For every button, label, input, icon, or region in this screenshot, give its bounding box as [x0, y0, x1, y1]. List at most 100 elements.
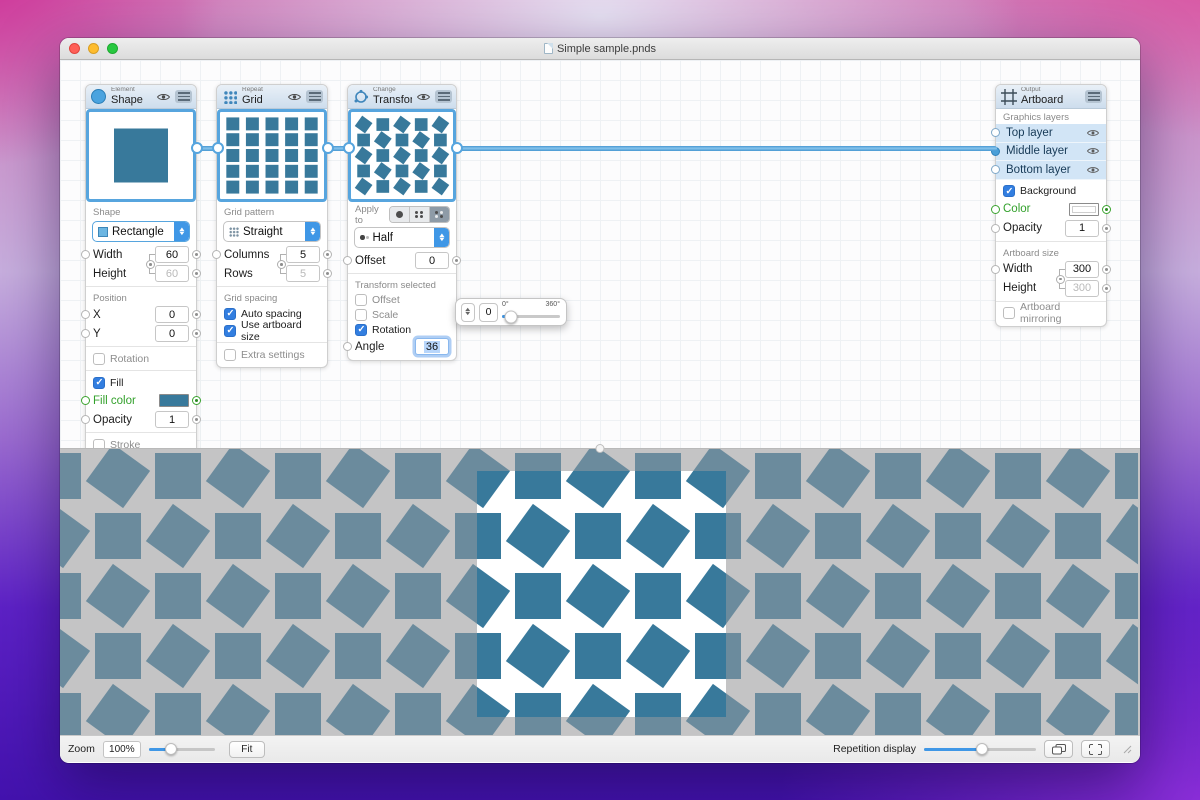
opacity-output-port[interactable] — [192, 415, 201, 424]
height-input[interactable]: 300 — [1065, 280, 1099, 297]
link-width-height[interactable] — [1059, 269, 1065, 289]
link-columns-rows[interactable] — [280, 254, 286, 274]
background-checkbox-row[interactable]: Background — [996, 183, 1106, 200]
color-input-port[interactable] — [991, 205, 1000, 214]
eye-icon[interactable] — [156, 93, 171, 101]
shape-type-select[interactable]: Rectangle ▲▼ — [92, 221, 190, 242]
mirroring-checkbox[interactable] — [1003, 307, 1015, 319]
apply-to-segmented-control[interactable] — [389, 206, 450, 223]
node-canvas[interactable]: Element Shape Shape Rectangle — [60, 60, 1140, 448]
x-input-port[interactable] — [81, 310, 90, 319]
offset-input-port[interactable] — [343, 256, 352, 265]
width-output-port[interactable] — [1102, 265, 1111, 274]
zoom-slider-knob[interactable] — [165, 743, 177, 755]
eye-icon[interactable] — [287, 93, 302, 101]
node-artboard-header[interactable]: Output Artboard — [996, 85, 1106, 109]
extra-settings-checkbox[interactable] — [224, 349, 236, 361]
rotation-checkbox[interactable] — [93, 353, 105, 365]
x-input[interactable]: 0 — [155, 306, 189, 323]
stepper-icon[interactable]: ▲▼ — [434, 228, 449, 247]
node-menu-icon[interactable] — [435, 90, 452, 103]
grid-input-port[interactable] — [212, 142, 224, 154]
opacity-output-port[interactable] — [1102, 224, 1111, 233]
fullscreen-button[interactable] — [1081, 740, 1110, 758]
width-input-port[interactable] — [991, 265, 1000, 274]
scale-checkbox[interactable] — [355, 309, 367, 321]
width-input[interactable]: 60 — [155, 246, 189, 263]
node-menu-icon[interactable] — [306, 90, 323, 103]
node-transform[interactable]: Change Transform Apply to — [347, 84, 457, 361]
angle-slider-track[interactable] — [502, 315, 560, 318]
transform-output-port[interactable] — [451, 142, 463, 154]
width-input-port[interactable] — [81, 250, 90, 259]
angle-input[interactable]: 36 — [415, 338, 449, 355]
offset-input[interactable]: 0 — [415, 252, 449, 269]
rotation-checkbox[interactable] — [355, 324, 367, 336]
fill-color-input-port[interactable] — [81, 396, 90, 405]
width-input[interactable]: 300 — [1065, 261, 1099, 278]
opacity-input-port[interactable] — [991, 224, 1000, 233]
angle-slider-knob[interactable] — [505, 310, 518, 323]
repetition-slider-knob[interactable] — [976, 743, 988, 755]
top-layer-port[interactable] — [991, 128, 1000, 137]
columns-output-port[interactable] — [323, 250, 332, 259]
apply-half-segment[interactable] — [429, 207, 449, 222]
extra-settings-checkbox-row[interactable]: Extra settings — [217, 346, 327, 363]
node-artboard[interactable]: Output Artboard Graphics layers Top laye… — [995, 84, 1107, 327]
angle-input-port[interactable] — [343, 342, 352, 351]
opacity-input[interactable]: 1 — [155, 411, 189, 428]
x-output-port[interactable] — [192, 310, 201, 319]
y-input[interactable]: 0 — [155, 325, 189, 342]
rows-output-port[interactable] — [323, 269, 332, 278]
rows-input[interactable]: 5 — [286, 265, 320, 282]
node-transform-header[interactable]: Change Transform — [348, 85, 456, 109]
bottom-layer-port[interactable] — [991, 165, 1000, 174]
eye-icon[interactable] — [1085, 129, 1100, 137]
half-mode-select[interactable]: Half ▲▼ — [354, 227, 450, 248]
height-input[interactable]: 60 — [155, 265, 189, 282]
layer-row-top[interactable]: Top layer — [996, 124, 1106, 143]
link-width-height[interactable] — [149, 254, 155, 274]
columns-input-port[interactable] — [212, 250, 221, 259]
offset-output-port[interactable] — [452, 256, 461, 265]
mirroring-checkbox-row[interactable]: Artboard mirroring — [996, 305, 1106, 322]
y-output-port[interactable] — [192, 329, 201, 338]
apply-grid-segment[interactable] — [409, 207, 429, 222]
stepper-icon[interactable]: ▲▼ — [174, 222, 189, 241]
window-titlebar[interactable]: Simple sample.pnds — [60, 38, 1140, 60]
node-grid[interactable]: Repeat Grid Grid pattern Straight — [216, 84, 328, 368]
splitter-handle[interactable] — [596, 444, 605, 453]
eye-icon[interactable] — [416, 93, 431, 101]
eye-icon[interactable] — [1085, 147, 1100, 155]
opacity-input-port[interactable] — [81, 415, 90, 424]
offset-checkbox-row[interactable]: Offset — [348, 292, 456, 307]
node-menu-icon[interactable] — [175, 90, 192, 103]
scale-checkbox-row[interactable]: Scale — [348, 307, 456, 322]
node-shape-header[interactable]: Element Shape — [86, 85, 196, 109]
connection-transform-artboard[interactable] — [459, 146, 997, 151]
layer-row-bottom[interactable]: Bottom layer — [996, 161, 1106, 180]
popover-stepper[interactable]: ▲▼ — [461, 303, 475, 322]
fill-color-output-port[interactable] — [192, 396, 201, 405]
y-input-port[interactable] — [81, 329, 90, 338]
offset-checkbox[interactable] — [355, 294, 367, 306]
use-artboard-checkbox-row[interactable]: Use artboard size — [217, 322, 327, 339]
zoom-value-input[interactable]: 100% — [103, 741, 141, 758]
tile-view-button[interactable] — [1044, 740, 1073, 758]
grid-pattern-select[interactable]: Straight ▲▼ — [223, 221, 321, 242]
stepper-icon[interactable]: ▲▼ — [305, 222, 320, 241]
layer-row-middle[interactable]: Middle layer — [996, 143, 1106, 162]
width-output-port[interactable] — [192, 250, 201, 259]
rotation-checkbox-row[interactable]: Rotation — [348, 322, 456, 337]
use-artboard-checkbox[interactable] — [224, 325, 236, 337]
pattern-preview-area[interactable] — [60, 448, 1140, 735]
background-color-swatch[interactable] — [1069, 203, 1099, 216]
angle-slider[interactable]: 0° 360° — [502, 299, 560, 325]
opacity-input[interactable]: 1 — [1065, 220, 1099, 237]
fill-checkbox-row[interactable]: Fill — [86, 374, 196, 391]
apply-all-segment[interactable] — [390, 207, 410, 222]
node-menu-icon[interactable] — [1085, 90, 1102, 103]
shape-output-port[interactable] — [191, 142, 203, 154]
fit-button[interactable]: Fit — [229, 741, 265, 758]
repetition-slider[interactable] — [924, 748, 1036, 751]
